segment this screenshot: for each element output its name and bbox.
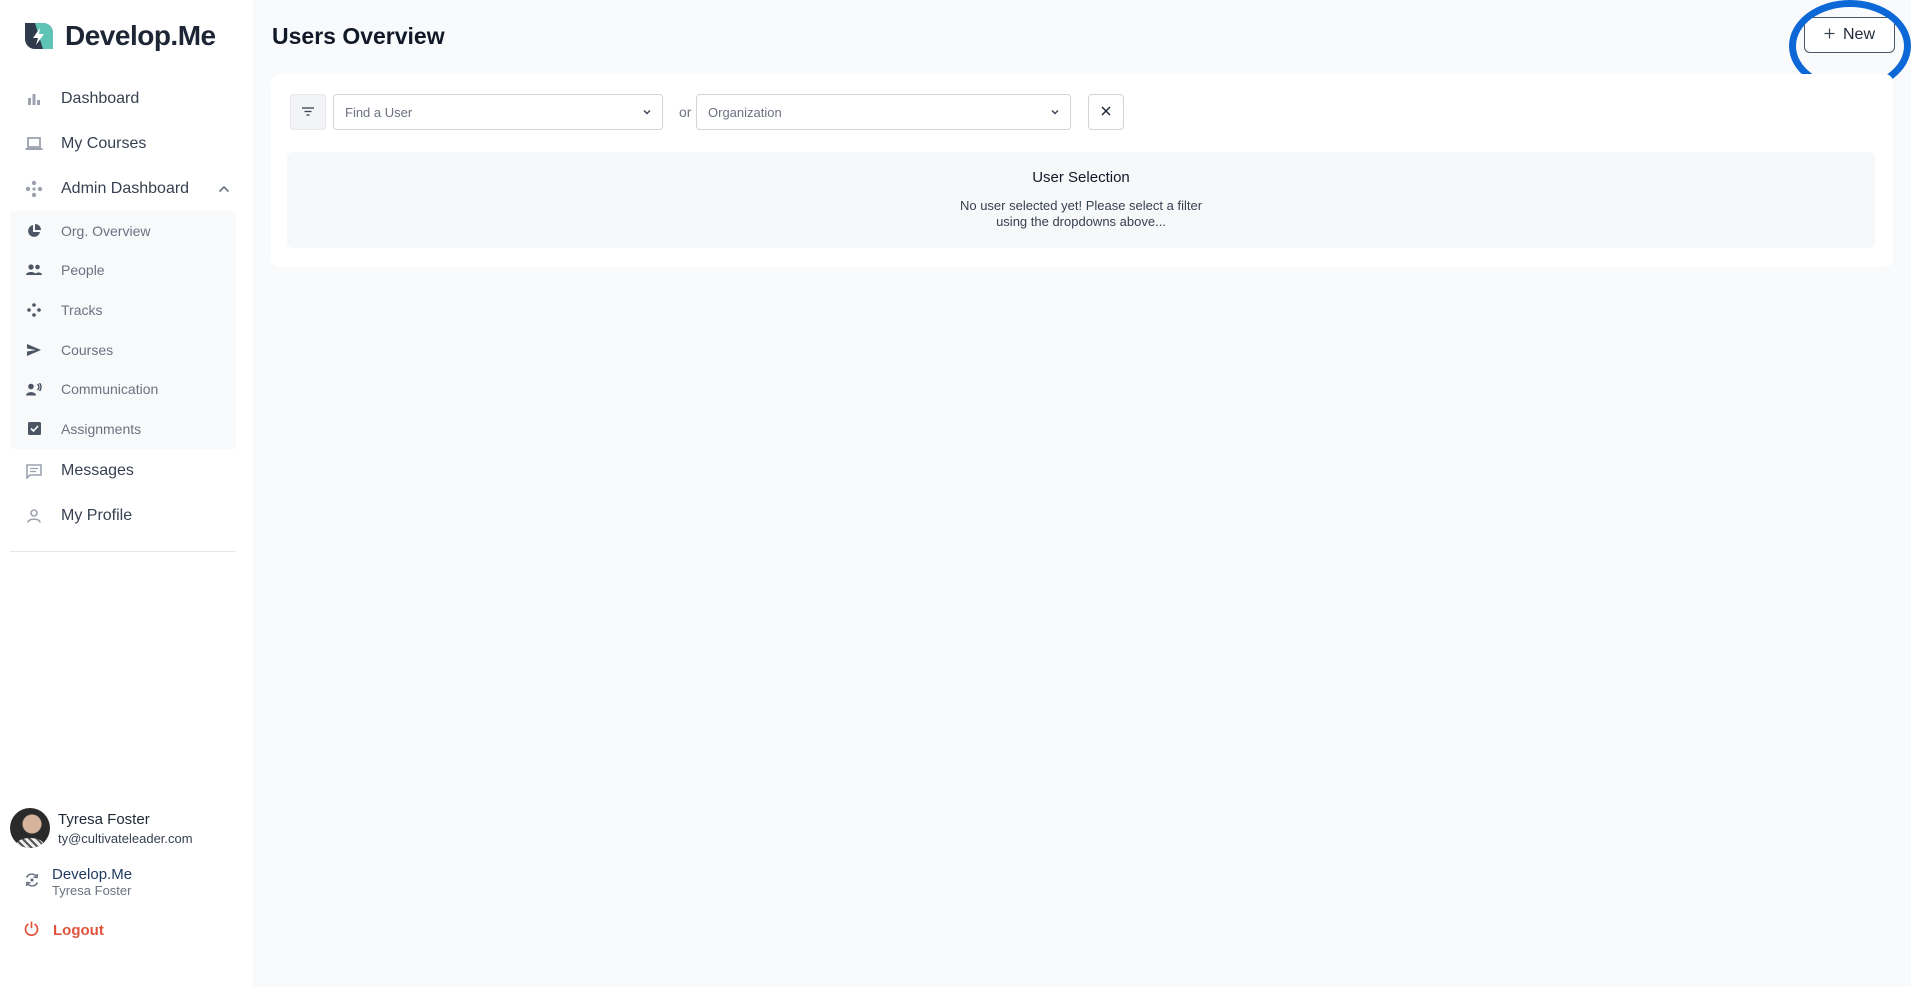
clear-filters-button[interactable] [1088,94,1124,130]
user-selection-panel: User Selection No user selected yet! Ple… [287,152,1875,248]
people-icon [24,260,44,280]
admin-subnav: Org. Overview People Tracks Courses Comm… [10,211,236,449]
sidebar: Develop.Me Dashboard My Courses Admin Da… [0,0,253,987]
filter-card: Find a User or Organization User Selecti… [271,74,1893,267]
user-email: ty@cultivateleader.com [58,830,193,846]
page-title: Users Overview [272,23,445,49]
message-icon [24,461,44,481]
empty-state-message: No user selected yet! Please select a fi… [959,198,1203,229]
sidebar-item-dashboard[interactable]: Dashboard [10,76,236,121]
sidebar-item-label: My Profile [61,507,133,525]
org-name: Develop.Me [52,866,133,883]
sidebar-item-my-courses[interactable]: My Courses [10,121,236,166]
sidebar-item-label: Communication [61,381,159,398]
new-button[interactable]: New [1804,17,1895,53]
user-card[interactable]: Tyresa Foster ty@cultivateleader.com [10,808,193,848]
sidebar-item-people[interactable]: People [10,251,236,291]
org-switcher[interactable]: Develop.Me Tyresa Foster [24,866,132,898]
logout-button[interactable]: Logout [24,921,104,940]
new-button-label: New [1842,26,1875,43]
chevron-down-icon [1050,105,1060,120]
filter-button[interactable] [290,94,326,130]
or-label: or [679,104,692,120]
sidebar-nav: Dashboard My Courses Admin Dashboard Org… [10,76,236,539]
sidebar-item-assignments[interactable]: Assignments [10,409,236,449]
laptop-icon [24,134,44,154]
bar-chart-icon [24,89,44,109]
communication-icon [24,379,44,399]
empty-state-title: User Selection [1032,169,1130,186]
plus-icon [1824,26,1835,44]
organization-select[interactable]: Organization [696,94,1071,130]
brand-name: Develop.Me [65,20,216,51]
sidebar-item-label: Assignments [61,420,142,437]
sidebar-item-communication[interactable]: Communication [10,369,236,409]
sidebar-item-tracks[interactable]: Tracks [10,290,236,330]
pie-chart-icon [24,221,44,241]
brand[interactable]: Develop.Me [21,19,216,53]
power-icon [24,921,39,940]
organization-placeholder: Organization [708,104,782,120]
sidebar-item-label: Messages [61,462,134,480]
sidebar-item-label: My Courses [61,134,147,152]
sidebar-item-label: Admin Dashboard [61,179,190,197]
switch-org-icon [24,872,40,893]
logout-label: Logout [53,922,104,939]
sidebar-divider [10,551,236,552]
sidebar-item-my-profile[interactable]: My Profile [10,494,236,539]
brand-logo-icon [25,23,53,49]
org-user: Tyresa Foster [52,883,132,898]
sidebar-item-messages[interactable]: Messages [10,449,236,494]
find-user-placeholder: Find a User [345,104,413,120]
admin-icon [24,179,44,199]
close-icon [1101,103,1111,121]
sidebar-item-org-overview[interactable]: Org. Overview [10,211,236,251]
checkbox-icon [24,419,44,439]
tracks-icon [24,300,44,320]
chevron-up-icon[interactable] [218,180,230,198]
send-icon [24,340,44,360]
sidebar-item-courses[interactable]: Courses [10,330,236,370]
user-name: Tyresa Foster [58,810,150,828]
main-content: Users Overview New Find a User or Organi… [253,0,1911,987]
find-user-select[interactable]: Find a User [333,94,663,130]
sidebar-item-admin-dashboard[interactable]: Admin Dashboard [10,166,236,211]
sidebar-item-label: Tracks [61,301,103,318]
person-icon [24,506,44,526]
sidebar-item-label: Dashboard [61,89,140,107]
sidebar-item-label: Courses [61,341,114,358]
filter-icon [302,103,314,121]
sidebar-item-label: People [61,262,105,279]
avatar [10,808,50,848]
sidebar-item-label: Org. Overview [61,222,151,239]
chevron-down-icon [642,105,652,120]
